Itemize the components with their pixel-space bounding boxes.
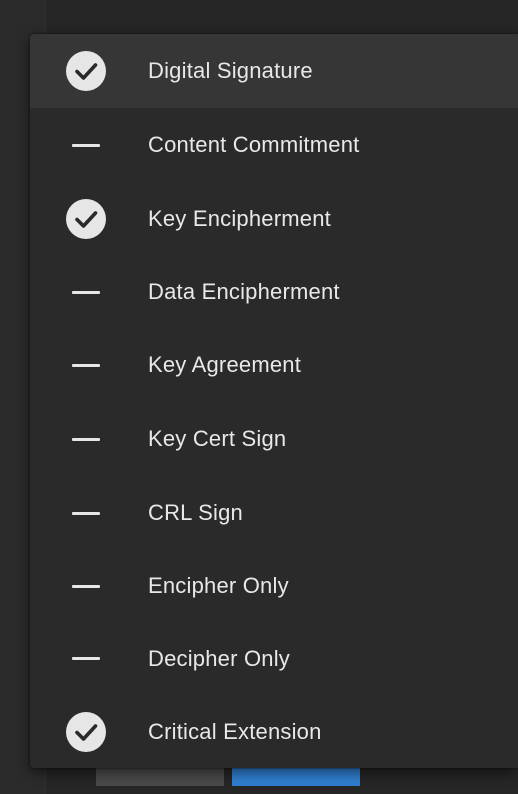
menu-item-digital-signature[interactable]: Digital Signature [30, 34, 518, 108]
dash-icon [30, 511, 142, 515]
dash-icon [30, 437, 142, 441]
menu-item-label: Digital Signature [148, 58, 313, 83]
menu-item-label: Critical Extension [148, 718, 322, 744]
menu-item-content-commitment[interactable]: Content Commitment [30, 108, 518, 182]
checkmark-circle-icon [30, 711, 142, 752]
dash-icon [30, 290, 142, 294]
menu-item-crl-sign[interactable]: CRL Sign [30, 476, 518, 550]
menu-item-label: Encipher Only [148, 573, 289, 598]
menu-item-key-cert-sign[interactable]: Key Cert Sign [30, 402, 518, 476]
menu-item-label: Content Commitment [148, 132, 360, 157]
menu-item-label: Data Encipherment [148, 279, 340, 304]
checkmark-circle-icon [30, 51, 142, 91]
menu-item-label: Key Agreement [148, 352, 302, 377]
checkmark-circle-icon [30, 199, 142, 239]
dash-icon [30, 657, 142, 660]
menu-item-label: Key Encipherment [148, 206, 331, 231]
menu-item-data-encipherment[interactable]: Data Encipherment [30, 256, 518, 328]
menu-item-key-encipherment[interactable]: Key Encipherment [30, 182, 518, 256]
dash-icon [30, 584, 142, 588]
dash-icon [30, 143, 142, 147]
menu-item-encipher-only[interactable]: Encipher Only [30, 550, 518, 622]
menu-item-label: Decipher Only [148, 645, 290, 671]
dash-icon [30, 363, 142, 367]
menu-item-label: CRL Sign [148, 500, 243, 525]
menu-item-key-agreement[interactable]: Key Agreement [30, 328, 518, 402]
menu-item-critical-extension[interactable]: Critical Extension [30, 695, 518, 768]
key-usage-dropdown-menu: Digital Signature Content Commitment Key… [30, 34, 518, 768]
menu-item-label: Key Cert Sign [148, 426, 287, 451]
menu-item-decipher-only[interactable]: Decipher Only [30, 622, 518, 695]
